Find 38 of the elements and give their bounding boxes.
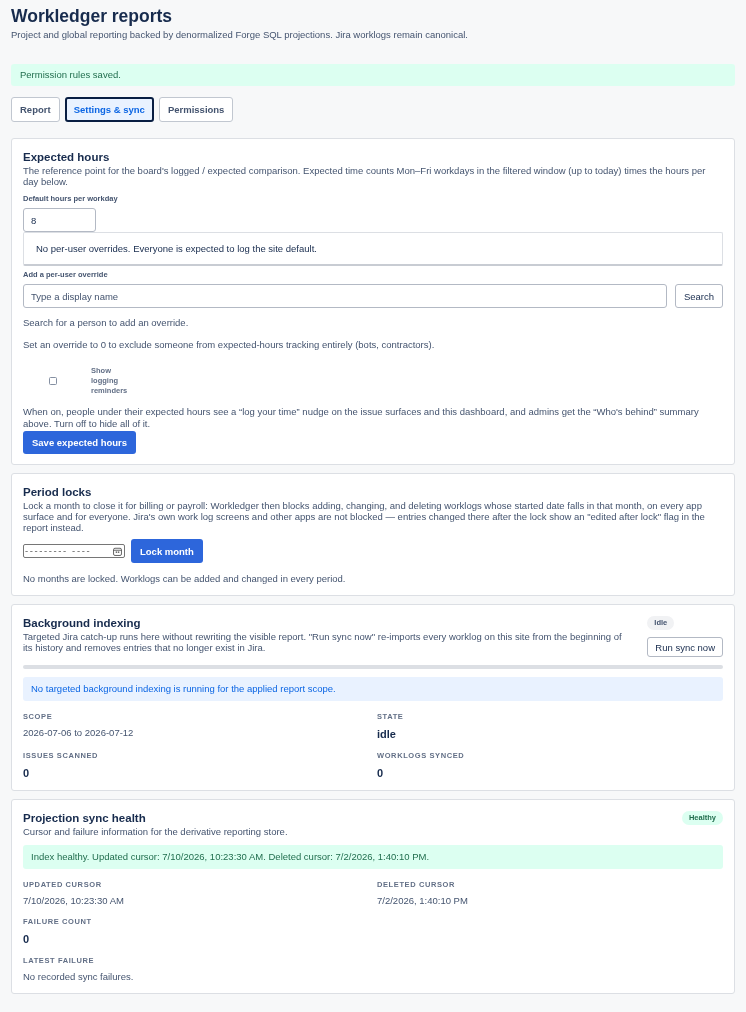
stat-value: 0 (23, 933, 31, 946)
stat-value: No recorded sync failures. (23, 971, 135, 983)
hint-text: Search for a person to add an override. (23, 317, 190, 329)
health-notice: Index healthy. Updated cursor: 7/10/2026, 10:23:30 AM. Deleted cursor: 7/2/2026, 1:40:10 PM. (23, 845, 723, 869)
info-notice: No targeted background indexing is running for the applied report scope. (23, 677, 723, 701)
page-title: Workledger reports (11, 5, 174, 27)
section-title: Expected hours (23, 150, 111, 164)
stat-value: idle (377, 728, 397, 741)
stat-value: 0 (377, 767, 385, 780)
name-search-field[interactable]: Type a display name (23, 284, 667, 308)
page-subtitle: Project and global reporting backed by denormalized Forge SQL projections. Jira worklogs remain canonical. (11, 29, 469, 41)
hint-text: Set an override to 0 to exclude someone from expected-hours tracking entirely (bots, contractors). (23, 339, 436, 351)
saved-banner: Permission rules saved. (11, 64, 735, 86)
calendar-icon (113, 546, 122, 556)
run-sync-button[interactable]: Run sync now (647, 637, 723, 657)
lock-status-text: No months are locked. Worklogs can be added and changed in every period. (23, 573, 347, 585)
stat-value: 2026-07-06 to 2026-07-12 (23, 727, 135, 739)
tab[interactable]: Settings & sync (64, 97, 154, 122)
month-field[interactable]: --------- ---- (23, 544, 125, 558)
tab[interactable]: Permissions (158, 97, 234, 122)
section-description: Cursor and failure information for the derivative reporting store. (23, 826, 289, 837)
section-description: The reference point for the board's logged / expected comparison. Expected time counts Mon–Fri workdays in the filtered window (up to today) times the hours per day below. (23, 165, 707, 187)
save-button[interactable]: Save expected hours (23, 431, 137, 454)
section-title: Period locks (23, 485, 93, 499)
reminders-checkbox[interactable] (49, 377, 57, 385)
stat-value: 7/2/2026, 1:40:10 PM (377, 895, 469, 907)
reminders-note: When on, people under their expected hours see a “log your time” nudge on the issue surfaces and this dashboard, and admins get the “Who's behind” summary above. Turn off to hide all of it. (23, 406, 700, 430)
section-title: Projection sync health (23, 811, 147, 825)
stat-value: 0 (23, 767, 31, 780)
search-button[interactable]: Search (674, 284, 723, 308)
section-description: Targeted Jira catch-up runs here without rewriting the visible report. "Run sync now" re-imports every worklog on this site from the beginning of its history and removes entries that no longer exist in Jira. (23, 631, 623, 653)
hours-input[interactable]: 8 (23, 208, 96, 232)
section-title: Background indexing (23, 616, 142, 630)
stat-value: 7/10/2026, 10:23:30 AM (23, 895, 125, 907)
tab[interactable]: Report (11, 97, 60, 122)
lock-month-button[interactable]: Lock month (131, 539, 203, 563)
section-description: Lock a month to close it for billing or payroll: Workledger then blocks adding, changing, and deleting worklogs whose started date falls in that month, on every app surface and for everyone. Jira's own work log screens and other apps are not blocked — entries changed there after the lock show an "edited after lock" flag in the report instead. (23, 500, 706, 533)
empty-overrides-message: No per-user overrides. Everyone is expected to log the site default. (23, 232, 723, 266)
